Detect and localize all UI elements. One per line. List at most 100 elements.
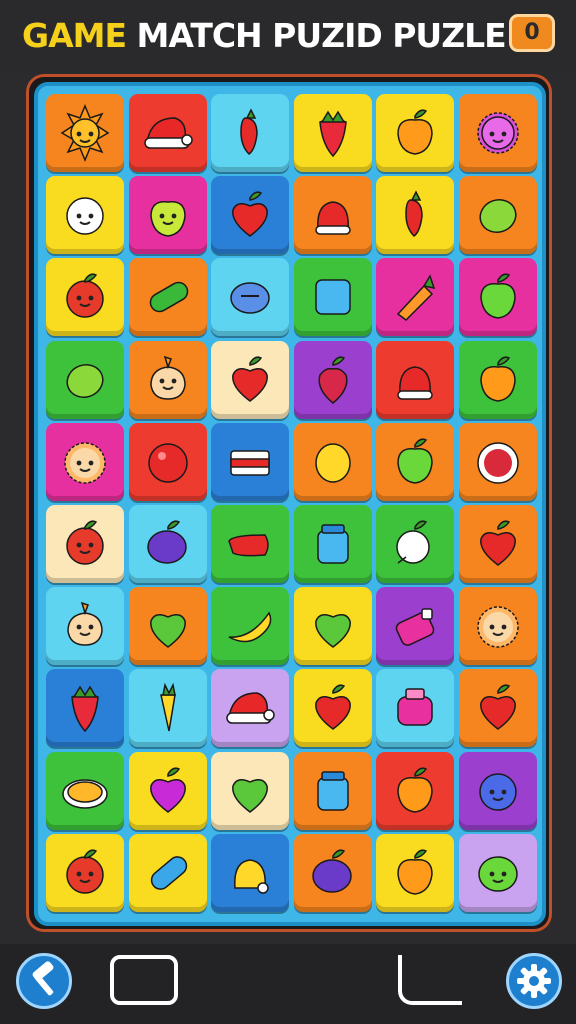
tile-r6-c5[interactable] — [376, 505, 454, 583]
title-game-word: GAME — [22, 16, 127, 55]
orange-fruit-icon — [397, 109, 433, 155]
eggplant-icon — [146, 520, 187, 564]
lime-icon — [66, 363, 104, 398]
red-pepper-icon — [228, 534, 269, 557]
orange-fruit-icon — [397, 767, 433, 813]
bottom-bar — [0, 944, 576, 1024]
green-apple-icon — [479, 273, 516, 320]
snowball-face-icon — [66, 197, 104, 235]
tile-r10-c5[interactable] — [376, 833, 454, 912]
tile-r8-c6[interactable] — [458, 669, 537, 748]
tile-r1-c1[interactable] — [46, 94, 124, 172]
tile-r7-c3[interactable] — [211, 587, 289, 666]
game-board — [34, 82, 546, 926]
orange-fruit-icon — [397, 849, 433, 895]
carrot-yellow-icon — [159, 683, 176, 732]
tile-r6-c3[interactable] — [211, 505, 289, 583]
tile-r3-c4[interactable] — [293, 258, 372, 337]
chili-icon — [240, 108, 258, 155]
tile-r2-c3[interactable] — [211, 176, 289, 255]
tile-r2-c4[interactable] — [293, 176, 372, 255]
tile-r4-c4[interactable] — [293, 340, 372, 419]
orange-fruit-icon — [479, 356, 516, 402]
nav-recent-button[interactable] — [110, 955, 178, 1005]
tile-r5-c6[interactable] — [458, 422, 537, 501]
tile-r5-c2[interactable] — [128, 422, 207, 501]
tile-r1-c3[interactable] — [211, 94, 289, 172]
gear-icon — [517, 964, 551, 998]
spray-icon — [395, 608, 435, 647]
tile-r8-c3[interactable] — [211, 669, 289, 748]
tile-r4-c1[interactable] — [46, 340, 124, 419]
tile-r1-c5[interactable] — [376, 94, 454, 172]
tile-r8-c4[interactable] — [293, 669, 372, 748]
tile-r6-c2[interactable] — [128, 505, 207, 583]
tile-r10-c2[interactable] — [128, 833, 207, 912]
tile-r9-c3[interactable] — [211, 751, 289, 830]
tile-r3-c5[interactable] — [376, 258, 454, 337]
tile-r2-c1[interactable] — [46, 176, 124, 255]
bell-yellow-icon — [234, 859, 269, 894]
tile-r4-c2[interactable] — [128, 340, 207, 419]
blueberry-icon — [230, 282, 270, 315]
tile-r4-c5[interactable] — [376, 340, 454, 419]
tile-r7-c1[interactable] — [46, 587, 124, 666]
radish-icon — [318, 356, 347, 404]
green-apple-icon — [397, 438, 433, 484]
tile-r4-c6[interactable] — [458, 340, 537, 419]
cucumber-blue-icon — [150, 855, 187, 890]
tile-r9-c4[interactable] — [293, 751, 372, 830]
tile-r2-c6[interactable] — [458, 176, 537, 255]
bell-icon — [397, 365, 433, 400]
tile-r6-c6[interactable] — [458, 505, 537, 583]
tile-r8-c1[interactable] — [46, 669, 124, 748]
tile-r5-c3[interactable] — [211, 422, 289, 501]
cake-icon — [230, 450, 270, 476]
tile-r7-c4[interactable] — [293, 587, 372, 666]
green-heart-icon — [232, 778, 268, 813]
title-rest: MATCH PUZID PUZLE — [126, 16, 507, 55]
tile-r5-c1[interactable] — [46, 422, 124, 501]
tile-r5-c5[interactable] — [376, 422, 454, 501]
urchin-face-icon — [64, 442, 106, 484]
tile-r10-c1[interactable] — [46, 833, 124, 912]
tile-r6-c4[interactable] — [293, 505, 372, 583]
heart-apple-icon — [479, 520, 516, 566]
pie-icon — [62, 778, 108, 809]
tile-r3-c2[interactable] — [128, 258, 207, 337]
tile-r7-c2[interactable] — [128, 587, 207, 666]
jar-icon — [316, 770, 349, 811]
tile-r1-c2[interactable] — [128, 94, 207, 172]
tile-r9-c5[interactable] — [376, 751, 454, 830]
tile-r8-c5[interactable] — [376, 669, 454, 748]
tile-r8-c2[interactable] — [128, 669, 207, 748]
score-badge[interactable]: 0 — [509, 14, 555, 52]
tile-r2-c5[interactable] — [376, 176, 454, 255]
tile-r3-c1[interactable] — [46, 258, 124, 337]
tile-r10-c3[interactable] — [211, 833, 289, 912]
eggplant-icon — [311, 849, 352, 893]
jar-icon — [316, 524, 349, 564]
hammer-button[interactable] — [16, 953, 72, 1009]
tile-r10-c6[interactable] — [458, 833, 537, 912]
settings-button[interactable] — [506, 953, 562, 1009]
tile-r6-c1[interactable] — [46, 505, 124, 583]
tile-r1-c4[interactable] — [293, 94, 372, 172]
tile-r1-c6[interactable] — [458, 94, 537, 172]
tile-r7-c5[interactable] — [376, 587, 454, 666]
tile-r3-c3[interactable] — [211, 258, 289, 337]
tile-r7-c6[interactable] — [458, 587, 537, 666]
bell-icon — [314, 201, 351, 235]
tile-r4-c3[interactable] — [211, 340, 289, 419]
tile-r2-c2[interactable] — [128, 176, 207, 255]
tile-r3-c6[interactable] — [458, 258, 537, 337]
tile-r9-c2[interactable] — [128, 751, 207, 830]
strawberry-icon — [71, 685, 99, 733]
nav-back-button[interactable] — [398, 955, 462, 1005]
tile-r9-c6[interactable] — [458, 751, 537, 830]
purple-heart-icon — [149, 767, 186, 813]
santa-hat-icon — [226, 692, 275, 725]
tile-r10-c4[interactable] — [293, 833, 372, 912]
tile-r9-c1[interactable] — [46, 751, 124, 830]
tile-r5-c4[interactable] — [293, 422, 372, 501]
